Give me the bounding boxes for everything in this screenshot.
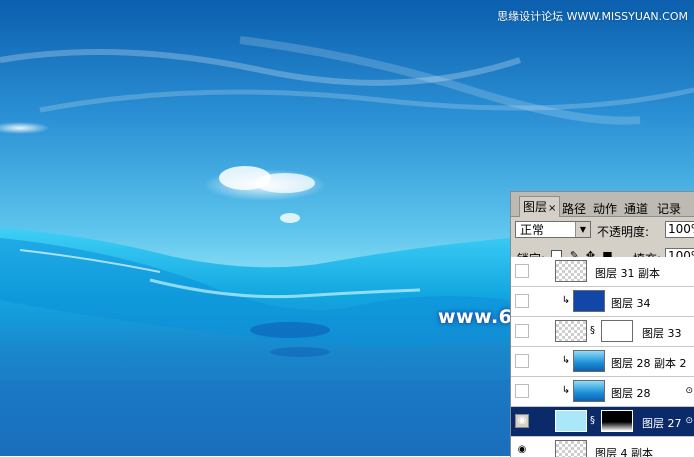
close-icon[interactable]: × (548, 203, 556, 214)
tab-history[interactable]: 记录 (657, 200, 681, 217)
layer-row[interactable]: ↳ 图层 28 副本 2 (511, 347, 694, 377)
layer-name: 图层 28 (611, 387, 651, 400)
eye-icon[interactable]: ◉ (515, 444, 529, 457)
tab-layers-label: 图层 (523, 200, 548, 214)
layer-mask-thumbnail[interactable] (601, 410, 633, 432)
opacity-label: 不透明度: (597, 225, 650, 239)
layer-name: 图层 27 (642, 417, 682, 430)
visibility-toggle[interactable] (515, 324, 529, 338)
visibility-toggle[interactable] (515, 384, 529, 398)
tab-actions[interactable]: 动作 (593, 200, 617, 217)
chain-link-icon[interactable]: § (590, 415, 595, 426)
panel-tabs: 图层× 路径 动作 通道 记录 (511, 192, 694, 217)
visibility-toggle[interactable] (515, 294, 529, 308)
clip-arrow-icon: ↳ (561, 295, 571, 306)
tab-layers[interactable]: 图层× (519, 196, 561, 217)
layer-thumbnail (555, 320, 587, 342)
layer-name: 图层 28 副本 2 (611, 357, 687, 370)
blend-row: 正常 ▼ 不透明度: 100% (515, 220, 694, 242)
layer-row[interactable]: § 图层 33 (511, 317, 694, 347)
layer-name: 图层 33 (642, 327, 682, 340)
layer-row[interactable]: ◉ 图层 4 副本 (511, 437, 694, 457)
layer-row[interactable]: ↳ 图层 28 ⊙ (511, 377, 694, 407)
layer-mask-thumbnail[interactable] (601, 320, 633, 342)
layer-thumbnail (555, 410, 587, 432)
layer-name: 图层 4 副本 (595, 447, 653, 457)
layer-name: 图层 31 副本 (595, 267, 660, 280)
clip-arrow-icon: ↳ (561, 385, 571, 396)
layer-list: 图层 31 副本 ↳ 图层 34 § 图层 33 ↳ 图层 28 副本 2 ↳ (511, 257, 694, 457)
layer-row[interactable]: ↳ 图层 34 (511, 287, 694, 317)
opacity-input[interactable]: 100% (665, 221, 694, 238)
layer-effects-icon[interactable]: ⊙ (685, 386, 693, 396)
layer-thumbnail (555, 260, 587, 282)
clip-arrow-icon: ↳ (561, 355, 571, 366)
layer-thumbnail (555, 440, 587, 457)
visibility-toggle[interactable] (515, 354, 529, 368)
blend-mode-value: 正常 (520, 223, 545, 237)
layer-name: 图层 34 (611, 297, 651, 310)
layer-thumbnail (573, 350, 605, 372)
layer-effects-icon[interactable]: ⊙ (685, 416, 693, 426)
chain-link-icon[interactable]: § (590, 325, 595, 336)
visibility-toggle[interactable] (515, 264, 529, 278)
tab-channels[interactable]: 通道 (624, 200, 648, 217)
eye-icon[interactable]: ◉ (515, 414, 529, 428)
dropdown-arrow-icon[interactable]: ▼ (575, 222, 590, 237)
layer-thumbnail (573, 380, 605, 402)
layer-thumbnail (573, 290, 605, 312)
layers-panel: 图层× 路径 动作 通道 记录 正常 ▼ 不透明度: 100% 锁定: ✎ ✥ … (510, 191, 694, 457)
layer-row-selected[interactable]: ◉ § 图层 27 ⊙ (511, 407, 694, 437)
tab-paths[interactable]: 路径 (562, 200, 586, 217)
layer-row[interactable]: 图层 31 副本 (511, 257, 694, 287)
blend-mode-select[interactable]: 正常 ▼ (515, 221, 591, 238)
watermark-top: 思缘设计论坛 WWW.MISSYUAN.COM (497, 10, 688, 23)
